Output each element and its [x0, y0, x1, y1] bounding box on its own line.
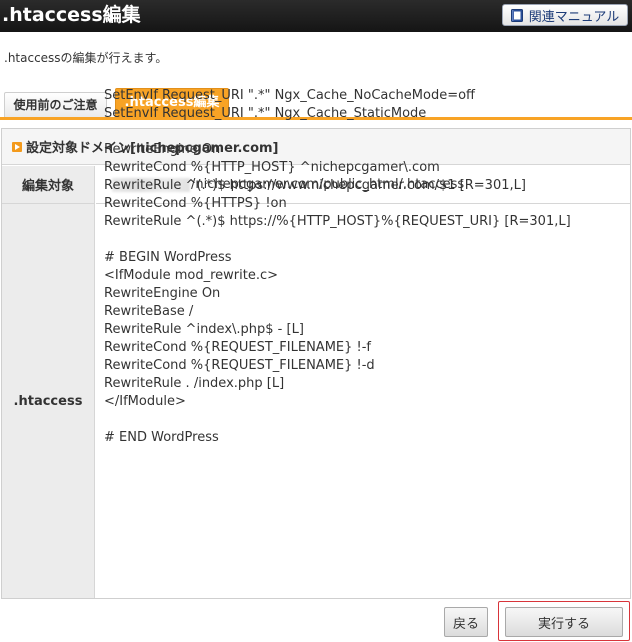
htaccess-editor[interactable]: SetEnvIf Request_URI ".*" Ngx_Cache_NoCa…	[104, 87, 628, 467]
related-manual-button[interactable]: 関連マニュアル	[502, 4, 628, 26]
arrow-right-icon	[12, 141, 22, 152]
edit-target-label: 編集対象	[2, 166, 95, 204]
back-button[interactable]: 戻る	[444, 607, 488, 637]
book-icon	[510, 8, 523, 22]
tab-usage-notes[interactable]: 使用前のご注意	[4, 92, 107, 118]
htaccess-label: .htaccess	[2, 204, 95, 598]
related-manual-label: 関連マニュアル	[528, 9, 620, 25]
execute-button-highlight: 実行する	[498, 601, 630, 641]
page-description: .htaccessの編集が行えます。	[4, 51, 168, 65]
page-header: .htaccess編集 関連マニュアル	[0, 0, 632, 32]
execute-button[interactable]: 実行する	[505, 607, 623, 637]
page-title: .htaccess編集	[2, 4, 141, 26]
